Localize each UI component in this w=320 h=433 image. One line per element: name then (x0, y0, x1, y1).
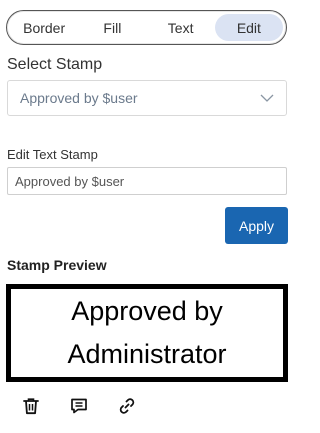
select-stamp-dropdown[interactable]: Approved by $user (7, 80, 287, 116)
link-button[interactable] (114, 394, 140, 418)
tab-fill[interactable]: Fill (78, 14, 146, 41)
tab-border[interactable]: Border (10, 14, 78, 41)
delete-button[interactable] (18, 394, 44, 418)
trash-icon (23, 398, 39, 415)
apply-button[interactable]: Apply (225, 207, 288, 244)
chevron-down-icon (260, 94, 274, 102)
stamp-preview-line-1: Approved by (71, 296, 223, 326)
edit-text-stamp-label: Edit Text Stamp (7, 147, 98, 162)
stamp-preview: Approved by Administrator (6, 284, 288, 382)
stamp-tabs: Border Fill Text Edit (6, 10, 287, 45)
edit-text-stamp-input[interactable] (7, 167, 287, 195)
comment-button[interactable] (66, 394, 92, 418)
select-stamp-label: Select Stamp (7, 56, 103, 73)
stamp-preview-line-2: Administrator (67, 339, 227, 369)
stamp-actions (18, 394, 140, 418)
tab-edit[interactable]: Edit (214, 14, 283, 41)
comment-icon (71, 398, 87, 414)
stamp-preview-label: Stamp Preview (7, 257, 107, 273)
select-stamp-value: Approved by $user (20, 90, 138, 106)
link-icon (119, 398, 135, 414)
tab-text[interactable]: Text (147, 14, 215, 41)
